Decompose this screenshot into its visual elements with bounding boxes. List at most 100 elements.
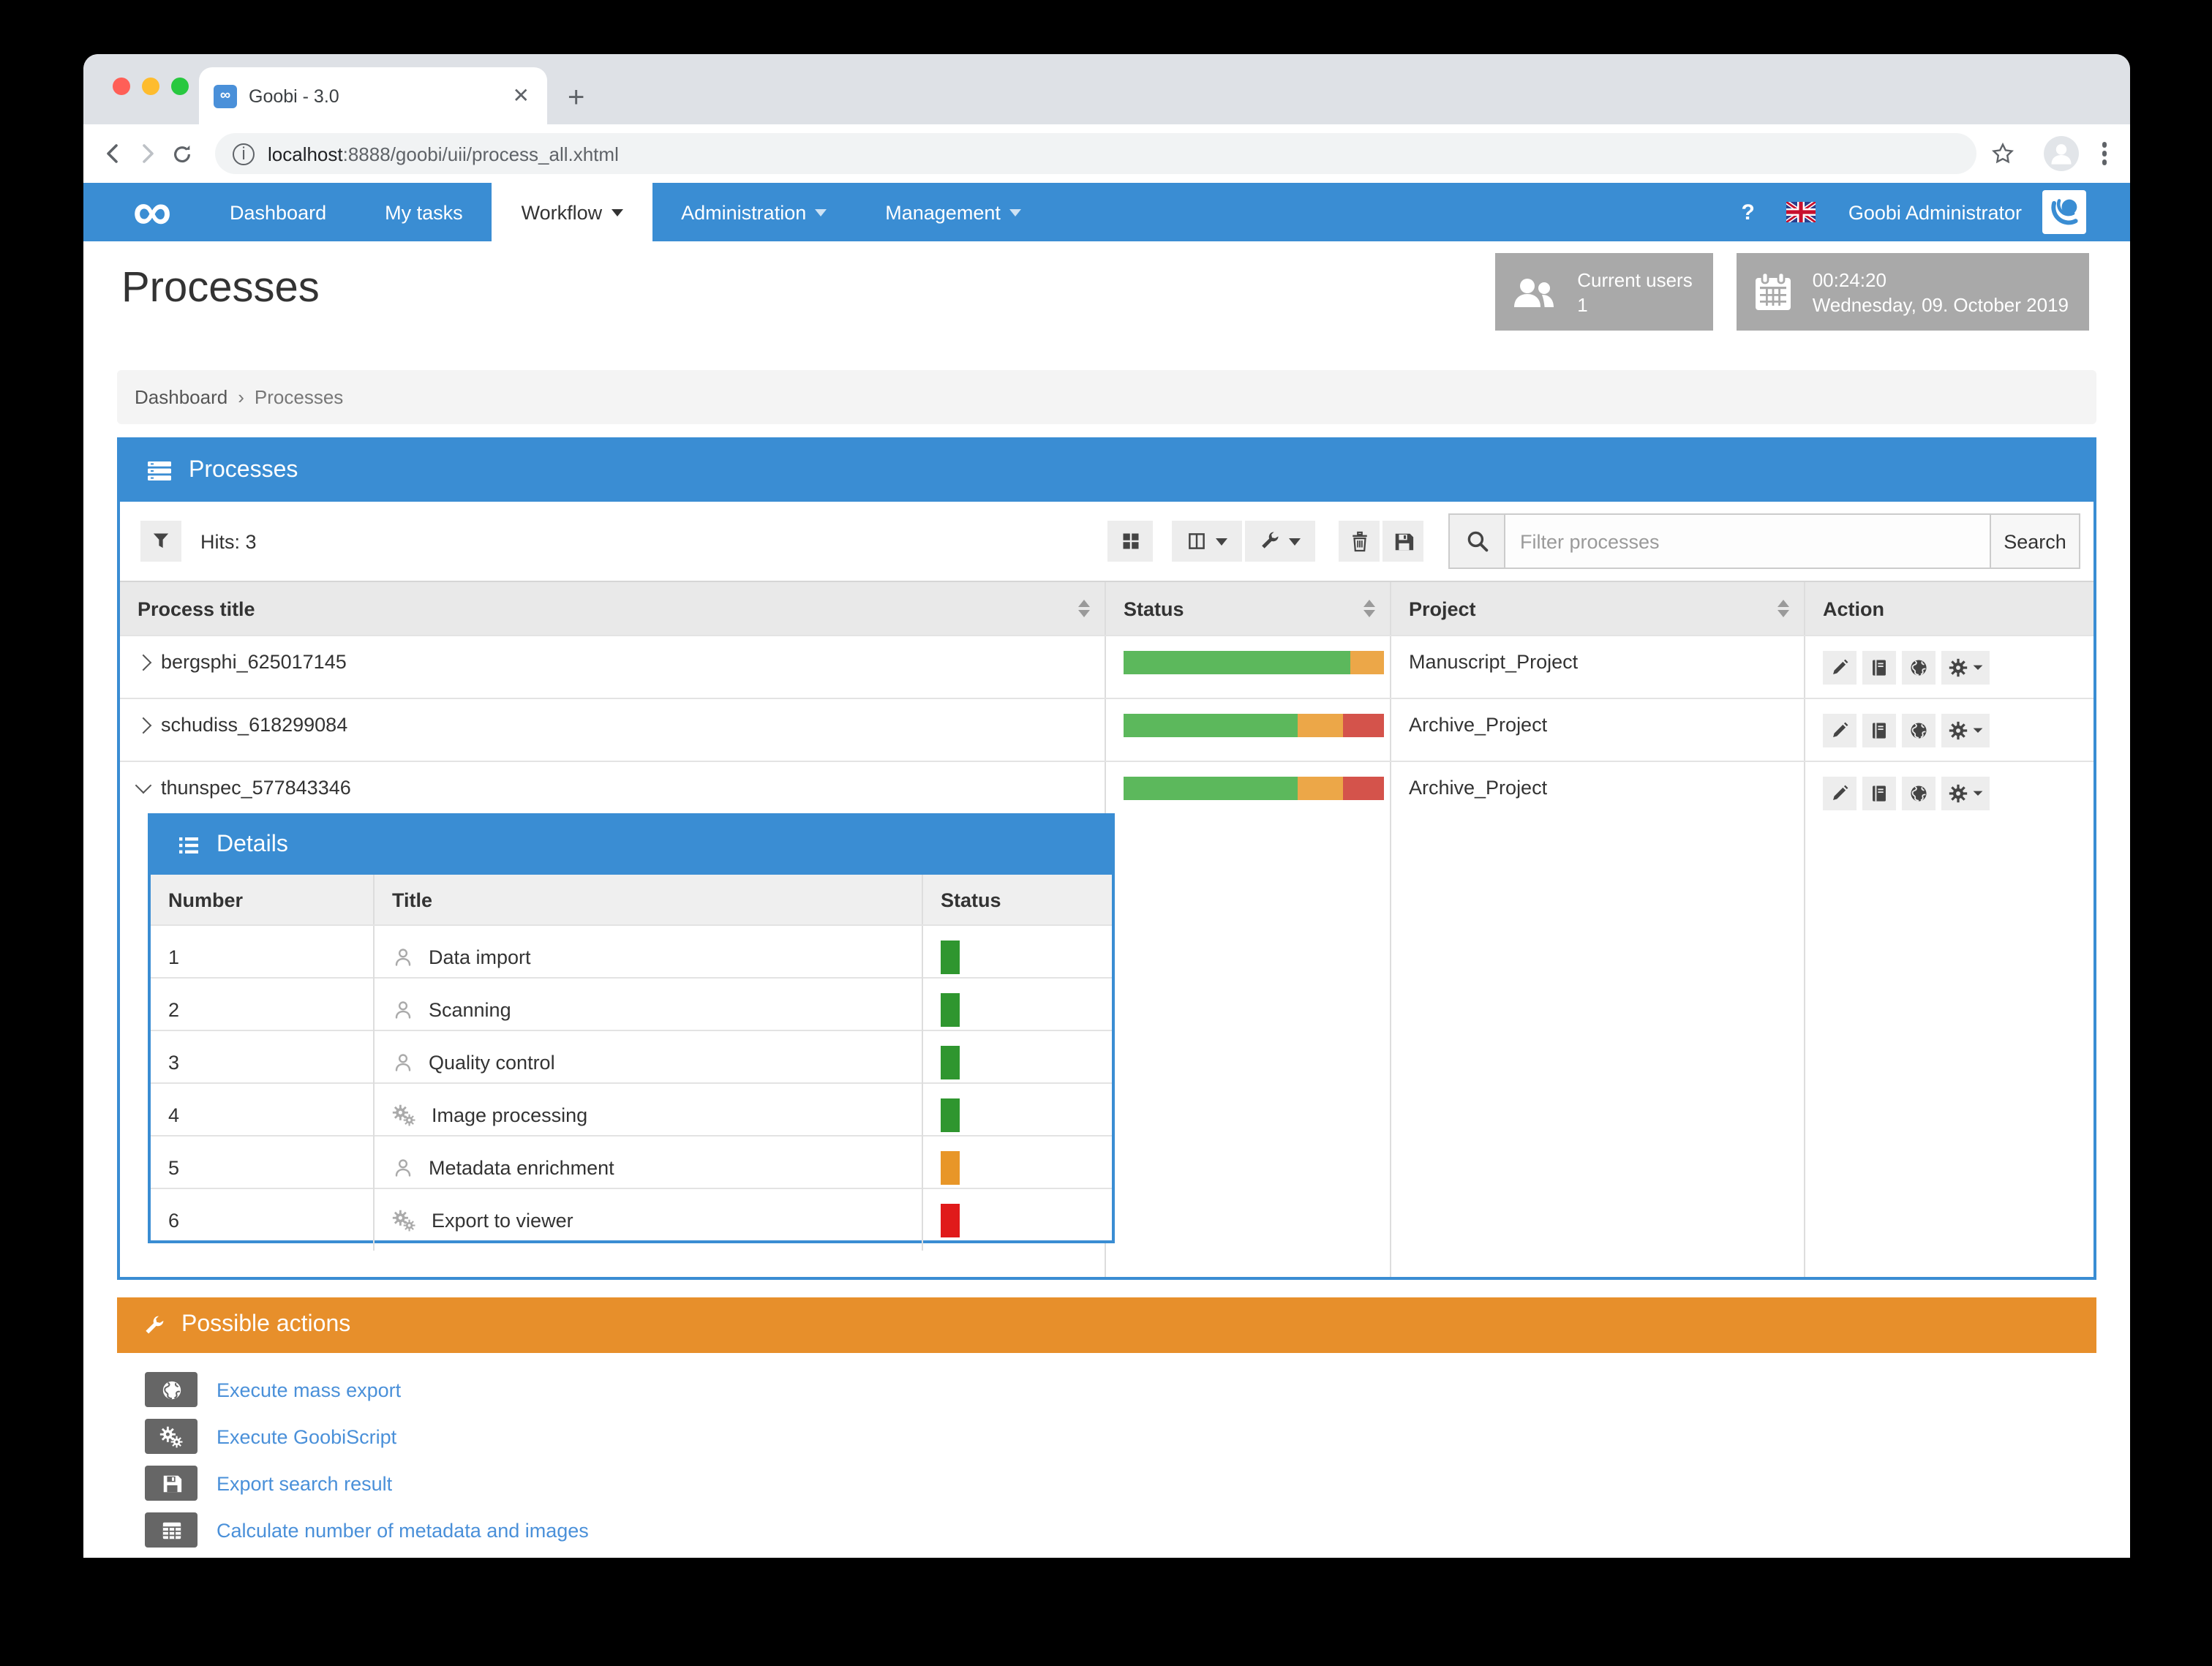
search-group: Search (1448, 513, 2080, 569)
export-globe-icon[interactable] (1902, 777, 1936, 810)
export-globe-icon[interactable] (1902, 651, 1936, 685)
column-header-status[interactable]: Status (1106, 582, 1391, 635)
process-title[interactable]: bergsphi_625017145 (161, 651, 347, 673)
nav-item-workflow[interactable]: Workflow (492, 183, 652, 241)
nav-item-administration[interactable]: Administration (652, 183, 856, 241)
step-status-badge (941, 993, 960, 1027)
search-input[interactable] (1504, 513, 1991, 569)
metadata-book-icon[interactable] (1862, 651, 1896, 685)
details-table-body: 1 Data import 2 Scanning (151, 924, 1112, 1240)
site-info-icon[interactable]: i (233, 143, 255, 165)
action-row: Execute mass export (145, 1366, 2096, 1413)
settings-gear-dropdown[interactable] (1941, 777, 1990, 810)
navbar-right: ? Goobi Administrator (1721, 183, 2130, 241)
person-icon (392, 1157, 414, 1179)
execute-mass-export-link[interactable]: Execute mass export (217, 1379, 401, 1401)
goobi-logo[interactable]: ∞ (104, 183, 200, 241)
zoom-window-button[interactable] (171, 78, 189, 95)
current-users-value: 1 (1577, 292, 1693, 317)
nav-item-my-tasks[interactable]: My tasks (356, 183, 492, 241)
calculate-metadata-link[interactable]: Calculate number of metadata and images (217, 1519, 589, 1541)
nav-item-management[interactable]: Management (856, 183, 1050, 241)
chevron-down-icon (1216, 538, 1227, 551)
breadcrumb-dashboard[interactable]: Dashboard (135, 386, 227, 408)
processes-panel: Processes Hits: 3 Search (117, 437, 2096, 1280)
process-title[interactable]: schudiss_618299084 (161, 714, 347, 736)
page-title: Processes (121, 265, 320, 313)
step-title: Metadata enrichment (429, 1157, 614, 1179)
step-status-badge (941, 1046, 960, 1079)
reload-icon[interactable] (171, 143, 206, 165)
nav-item-dashboard[interactable]: Dashboard (200, 183, 356, 241)
bookmark-star-icon[interactable] (1990, 142, 2025, 165)
execute-goobiscript-link[interactable]: Execute GoobiScript (217, 1425, 396, 1447)
action-row: Calculate number of metadata and images (145, 1507, 2096, 1553)
column-header-process-title[interactable]: Process title (120, 582, 1106, 635)
browser-tab[interactable]: ∞ Goobi - 3.0 ✕ (199, 67, 547, 124)
breadcrumb: Dashboard › Processes (117, 370, 2096, 424)
metadata-book-icon[interactable] (1862, 777, 1896, 810)
step-title: Scanning (429, 999, 511, 1021)
list-icon (177, 834, 200, 857)
minimize-window-button[interactable] (142, 78, 159, 95)
help-button[interactable]: ? (1721, 200, 1775, 225)
search-button[interactable]: Search (1991, 513, 2080, 569)
browser-profile-avatar[interactable] (2043, 136, 2078, 171)
settings-gear-dropdown[interactable] (1941, 651, 1990, 685)
edit-icon[interactable] (1823, 651, 1856, 685)
language-flag-icon[interactable] (1787, 202, 1816, 222)
calendar-icon (1751, 270, 1795, 314)
process-title[interactable]: thunspec_577843346 (161, 777, 351, 799)
details-table-header: Number Title Status (151, 875, 1112, 924)
columns-dropdown-button[interactable] (1172, 521, 1242, 562)
forward-icon[interactable] (136, 142, 171, 165)
page-header: Processes Current users 1 00:24:20 Wedne… (83, 241, 2130, 370)
project-name: Archive_Project (1391, 762, 1805, 1277)
column-header-project[interactable]: Project (1391, 582, 1805, 635)
user-menu[interactable]: Goobi Administrator (1828, 201, 2042, 223)
collapse-row-icon[interactable] (135, 777, 152, 794)
save-button[interactable] (1382, 521, 1423, 562)
tools-dropdown-button[interactable] (1245, 521, 1315, 562)
gears-icon (145, 1419, 198, 1454)
close-window-button[interactable] (113, 78, 130, 95)
details-column-title: Title (375, 875, 923, 924)
details-column-status: Status (923, 875, 1112, 924)
current-users-box: Current users 1 (1495, 253, 1713, 331)
metadata-book-icon[interactable] (1862, 714, 1896, 747)
toolbar-right: Search (1107, 513, 2080, 569)
delete-button[interactable] (1339, 521, 1380, 562)
sort-icon[interactable] (1778, 594, 1789, 623)
action-row: Statistical evaluation (145, 1553, 2096, 1558)
page-content: Processes Current users 1 00:24:20 Wedne… (83, 241, 2130, 1558)
processes-table-header: Process title Status Project Action (120, 582, 2094, 635)
wrench-icon (143, 1314, 165, 1336)
browser-toolbar: i localhost:8888/goobi/uii/process_all.x… (83, 124, 2130, 183)
table-row-expanded: thunspec_577843346 Details (120, 761, 2094, 1277)
expand-row-icon[interactable] (135, 655, 152, 671)
edit-icon[interactable] (1823, 777, 1856, 810)
tab-strip: ∞ Goobi - 3.0 ✕ + (83, 54, 2130, 124)
expand-row-icon[interactable] (135, 717, 152, 734)
gears-icon (392, 1104, 417, 1126)
table-row: bergsphi_625017145 Manuscript_Project (120, 635, 2094, 698)
back-icon[interactable] (101, 142, 136, 165)
browser-menu-icon[interactable] (2096, 143, 2113, 165)
filter-button[interactable] (140, 521, 181, 562)
tab-close-icon[interactable]: ✕ (510, 83, 533, 108)
export-search-result-link[interactable]: Export search result (217, 1472, 392, 1494)
sort-icon[interactable] (1363, 594, 1375, 623)
step-status-badge (941, 1151, 960, 1185)
step-row: 4 Image processing (151, 1082, 1112, 1135)
sort-icon[interactable] (1078, 594, 1090, 623)
new-tab-button[interactable]: + (568, 83, 584, 113)
address-bar[interactable]: i localhost:8888/goobi/uii/process_all.x… (215, 133, 1976, 174)
window-controls[interactable] (113, 78, 189, 95)
step-row: 2 Scanning (151, 977, 1112, 1030)
edit-icon[interactable] (1823, 714, 1856, 747)
datetime-box: 00:24:20 Wednesday, 09. October 2019 (1737, 253, 2089, 331)
grid-view-button[interactable] (1107, 521, 1153, 562)
export-globe-icon[interactable] (1902, 714, 1936, 747)
possible-actions-header: Possible actions (117, 1297, 2096, 1353)
settings-gear-dropdown[interactable] (1941, 714, 1990, 747)
